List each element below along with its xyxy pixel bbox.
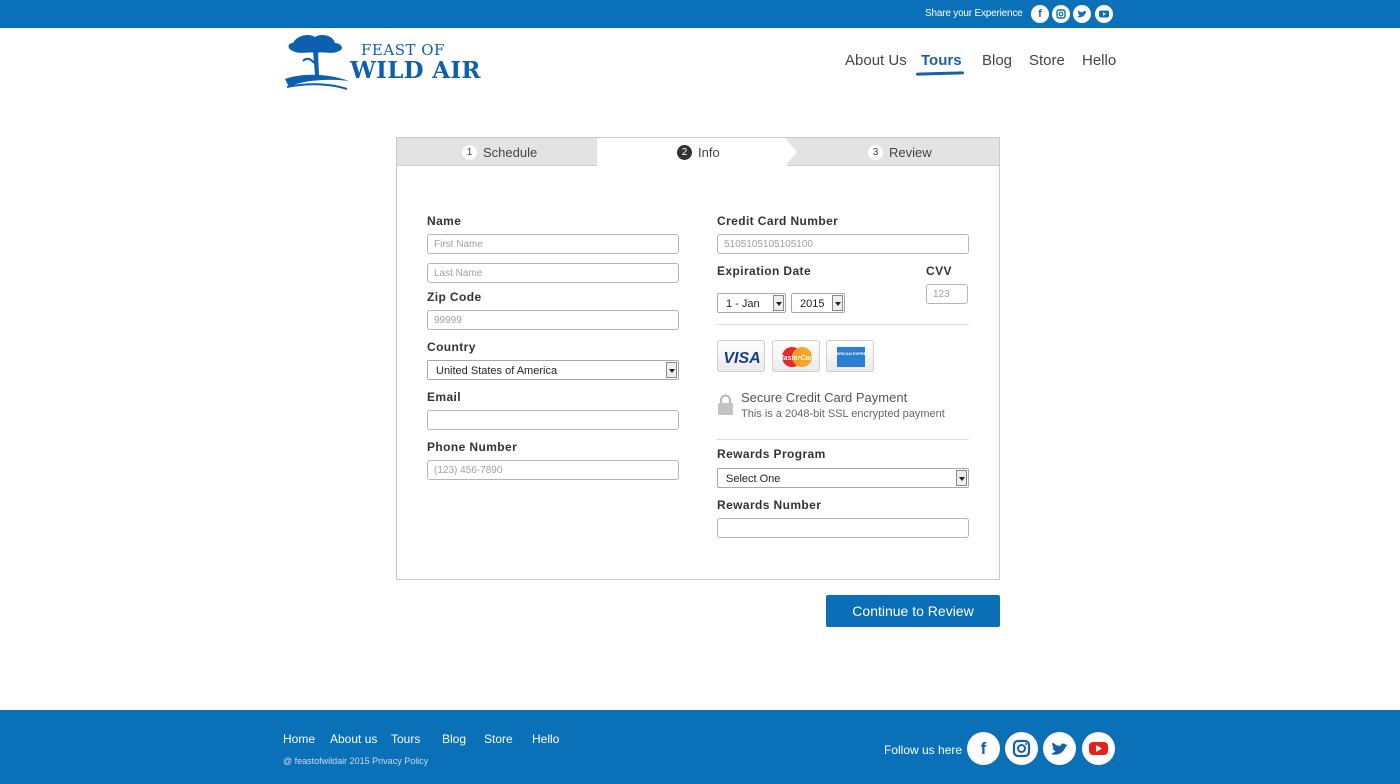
nav-blog[interactable]: Blog [982, 52, 1012, 69]
footer: Home About us Tours Blog Store Hello @ f… [0, 710, 1400, 784]
facebook-icon[interactable]: f [967, 732, 1000, 765]
step-schedule[interactable]: 1 Schedule [462, 144, 537, 161]
twitter-icon[interactable] [1073, 5, 1091, 23]
nav-active-underline [915, 71, 965, 76]
cvv-input[interactable] [926, 284, 968, 304]
instagram-icon[interactable] [1052, 5, 1070, 23]
step-info[interactable]: 2 Info [677, 144, 720, 161]
share-experience-text: Share your Experience [925, 8, 1023, 19]
footer-link-tours[interactable]: Tours [391, 732, 420, 746]
footer-link-store[interactable]: Store [484, 732, 513, 746]
credit-card-label: Credit Card Number [717, 214, 839, 228]
rewards-program-select[interactable]: Select One [717, 468, 969, 488]
step-review[interactable]: 3 Review [868, 144, 932, 161]
footer-link-about-us[interactable]: About us [330, 732, 377, 746]
mastercard-icon: MasterCard [772, 340, 820, 372]
amex-card-icon: AMERICAN EXPRESS [826, 340, 874, 372]
progress-steps: 1 Schedule 2 Info 3 Review [397, 138, 999, 166]
rewards-number-input[interactable] [717, 518, 969, 538]
youtube-icon[interactable] [1082, 732, 1115, 765]
country-value: United States of America [436, 365, 558, 377]
expiration-year-value: 2015 [800, 298, 825, 310]
instagram-icon[interactable] [1005, 732, 1038, 765]
last-name-input[interactable] [427, 263, 679, 283]
email-label: Email [427, 390, 462, 404]
nav-hello[interactable]: Hello [1082, 52, 1116, 69]
expiration-year-select[interactable]: 2015 [791, 293, 845, 313]
youtube-icon[interactable] [1095, 5, 1113, 23]
visa-card-icon: VISA [717, 340, 765, 372]
footer-link-blog[interactable]: Blog [442, 732, 466, 746]
zip-code-input[interactable] [427, 310, 679, 330]
chevron-down-icon[interactable] [773, 295, 784, 311]
continue-to-review-button[interactable]: Continue to Review [826, 595, 1000, 627]
expiration-month-value: 1 - Jan [726, 298, 760, 310]
nav-store[interactable]: Store [1029, 52, 1065, 69]
footer-link-hello[interactable]: Hello [532, 732, 559, 746]
nav-tours[interactable]: Tours [921, 52, 962, 69]
credit-card-input[interactable] [717, 234, 969, 254]
lock-icon [718, 394, 733, 415]
chevron-down-icon[interactable] [832, 295, 843, 311]
top-bar: Share your Experience f [0, 0, 1400, 28]
email-input[interactable] [427, 410, 679, 430]
cvv-label: CVV [926, 264, 952, 278]
twitter-icon[interactable] [1043, 732, 1076, 765]
follow-us-text: Follow us here [884, 743, 963, 757]
footer-link-home[interactable]: Home [283, 732, 315, 746]
phone-number-label: Phone Number [427, 440, 518, 454]
phone-number-input[interactable] [427, 460, 679, 480]
chevron-down-icon[interactable] [956, 470, 967, 486]
svg-text:AMERICAN EXPRESS: AMERICAN EXPRESS [830, 351, 872, 356]
svg-text:VISA: VISA [723, 350, 760, 367]
brand-line-2: WILD AIR [350, 57, 481, 84]
rewards-program-label: Rewards Program [717, 447, 826, 461]
rewards-program-value: Select One [726, 473, 781, 485]
chevron-down-icon[interactable] [666, 362, 677, 378]
country-label: Country [427, 340, 476, 354]
expiration-date-label: Expiration Date [717, 264, 812, 278]
secure-payment-subtitle: This is a 2048-bit SSL encrypted payment [741, 408, 945, 420]
secure-payment-title: Secure Credit Card Payment [741, 390, 908, 405]
checkout-form-card: 1 Schedule 2 Info 3 Review [396, 137, 1000, 580]
nav-about-us[interactable]: About Us [845, 52, 907, 69]
country-select[interactable]: United States of America [427, 360, 679, 380]
divider [717, 324, 969, 325]
copyright-text: @ feastofwildair 2015 Privacy Policy [283, 756, 429, 766]
first-name-input[interactable] [427, 234, 679, 254]
expiration-month-select[interactable]: 1 - Jan [717, 293, 786, 313]
divider [717, 439, 969, 440]
rewards-number-label: Rewards Number [717, 498, 822, 512]
tree-logo-icon [285, 35, 349, 90]
svg-text:MasterCard: MasterCard [778, 355, 817, 362]
facebook-icon[interactable]: f [1031, 5, 1049, 23]
name-label: Name [427, 214, 462, 228]
zip-code-label: Zip Code [427, 290, 482, 304]
